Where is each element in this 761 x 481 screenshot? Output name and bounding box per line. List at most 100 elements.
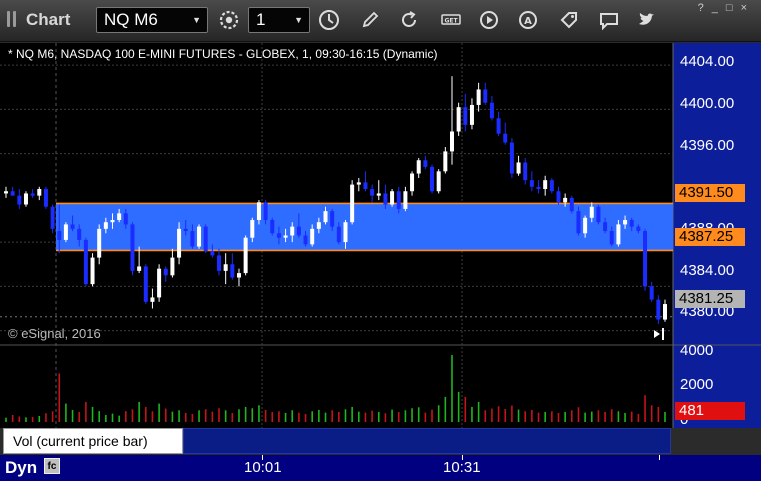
volume-bar: [311, 411, 314, 422]
volume-bar: [258, 405, 260, 422]
price-tick-label: 4384.00: [680, 262, 735, 279]
minimize-button[interactable]: _: [712, 2, 726, 14]
candle-body: [503, 133, 508, 143]
maximize-button[interactable]: □: [726, 2, 741, 14]
volume-bar: [204, 409, 207, 422]
candle: [350, 180, 355, 225]
candle-body: [463, 107, 468, 125]
candle: [90, 253, 95, 287]
candle-body: [157, 268, 162, 298]
volume-bar: [25, 417, 27, 422]
candle-body: [177, 228, 182, 258]
volume-bar: [11, 414, 14, 422]
candle-body: [343, 222, 348, 243]
volume-bar: [218, 408, 220, 422]
candle-body: [370, 189, 375, 196]
volume-bar: [238, 409, 240, 422]
candle-body: [516, 162, 521, 174]
volume-bar: [284, 412, 287, 422]
volume-bar: [85, 401, 87, 422]
candle-body: [350, 184, 355, 223]
draw-button[interactable]: [357, 7, 383, 33]
chevron-down-icon[interactable]: ▼: [192, 8, 201, 32]
candle: [63, 222, 68, 243]
interval-input[interactable]: 1 ▼: [248, 7, 310, 33]
candle: [569, 195, 574, 214]
volume-bar: [664, 411, 666, 422]
volume-bar: [610, 409, 613, 422]
volume-bar: [577, 407, 580, 422]
time-axis[interactable]: Dyn fc 10:01 10:31: [0, 455, 761, 481]
candle-body: [163, 268, 168, 276]
price-pane: [0, 43, 673, 345]
volume-bar: [644, 395, 646, 422]
volume-bar: [144, 406, 147, 422]
volume-bar: [271, 411, 274, 422]
time-template-button[interactable]: [316, 7, 342, 33]
candle-body: [410, 173, 415, 192]
price-chart[interactable]: [0, 43, 761, 455]
volume-bar: [211, 411, 214, 422]
candle-body: [489, 102, 494, 119]
volume-bar: [417, 407, 420, 422]
candle-body: [509, 142, 514, 174]
replay-button[interactable]: [476, 7, 502, 33]
candle-body: [203, 226, 208, 251]
volume-bar: [437, 405, 440, 422]
drag-grip-icon[interactable]: [7, 11, 18, 27]
play-icon: [480, 11, 498, 29]
candle-body: [363, 182, 368, 190]
get-button[interactable]: GET: [438, 7, 464, 33]
close-button[interactable]: ×: [741, 2, 755, 14]
comment-button[interactable]: [596, 7, 622, 33]
volume-bar: [397, 411, 400, 422]
alerts-button[interactable]: A: [515, 7, 541, 33]
candle: [23, 191, 28, 207]
volume-bar: [244, 406, 247, 422]
time-tick: [659, 455, 660, 460]
study-bar: [183, 428, 671, 454]
comment-icon: [600, 13, 618, 31]
candle: [203, 224, 208, 254]
candle-body: [476, 89, 481, 105]
candle-body: [296, 226, 301, 236]
window-controls[interactable]: ?_□×: [698, 2, 755, 14]
pencil-icon: [362, 11, 379, 28]
candle-body: [656, 299, 661, 320]
twitter-button[interactable]: [634, 7, 660, 33]
candle-body: [57, 231, 62, 240]
refresh-icon: [402, 11, 416, 27]
volume-bar: [5, 417, 7, 422]
candle: [157, 264, 162, 302]
tag-button[interactable]: [556, 7, 582, 33]
refresh-button[interactable]: [396, 7, 422, 33]
settings-button[interactable]: [216, 7, 242, 33]
candle-body: [303, 235, 308, 245]
candle-body: [243, 237, 248, 274]
volume-bar: [171, 411, 174, 422]
candle-body: [416, 160, 421, 174]
help-button[interactable]: ?: [698, 2, 712, 14]
symbol-input[interactable]: NQ M6 ▼: [96, 7, 208, 33]
tag-icon: [560, 12, 577, 29]
formula-icon[interactable]: fc: [44, 458, 60, 474]
volume-bar: [557, 412, 560, 422]
candle-body: [563, 197, 568, 203]
chart-area[interactable]: [0, 43, 761, 455]
volume-value-tag: 481: [675, 402, 745, 420]
chevron-down-icon[interactable]: ▼: [294, 8, 303, 32]
candle: [430, 164, 435, 194]
volume-bar: [504, 408, 507, 422]
candle-body: [17, 195, 22, 205]
candle-body: [556, 191, 561, 203]
candle-body: [150, 297, 155, 302]
volume-bar: [471, 406, 473, 422]
price-tick-label: 4396.00: [680, 137, 735, 154]
candle-body: [77, 228, 82, 240]
close-icon[interactable]: ×: [170, 426, 177, 440]
candle-body: [390, 191, 395, 205]
volume-bar: [105, 414, 107, 422]
candle-body: [263, 202, 268, 220]
study-legend[interactable]: Vol (current price bar): [3, 428, 183, 454]
candle-body: [643, 231, 648, 287]
